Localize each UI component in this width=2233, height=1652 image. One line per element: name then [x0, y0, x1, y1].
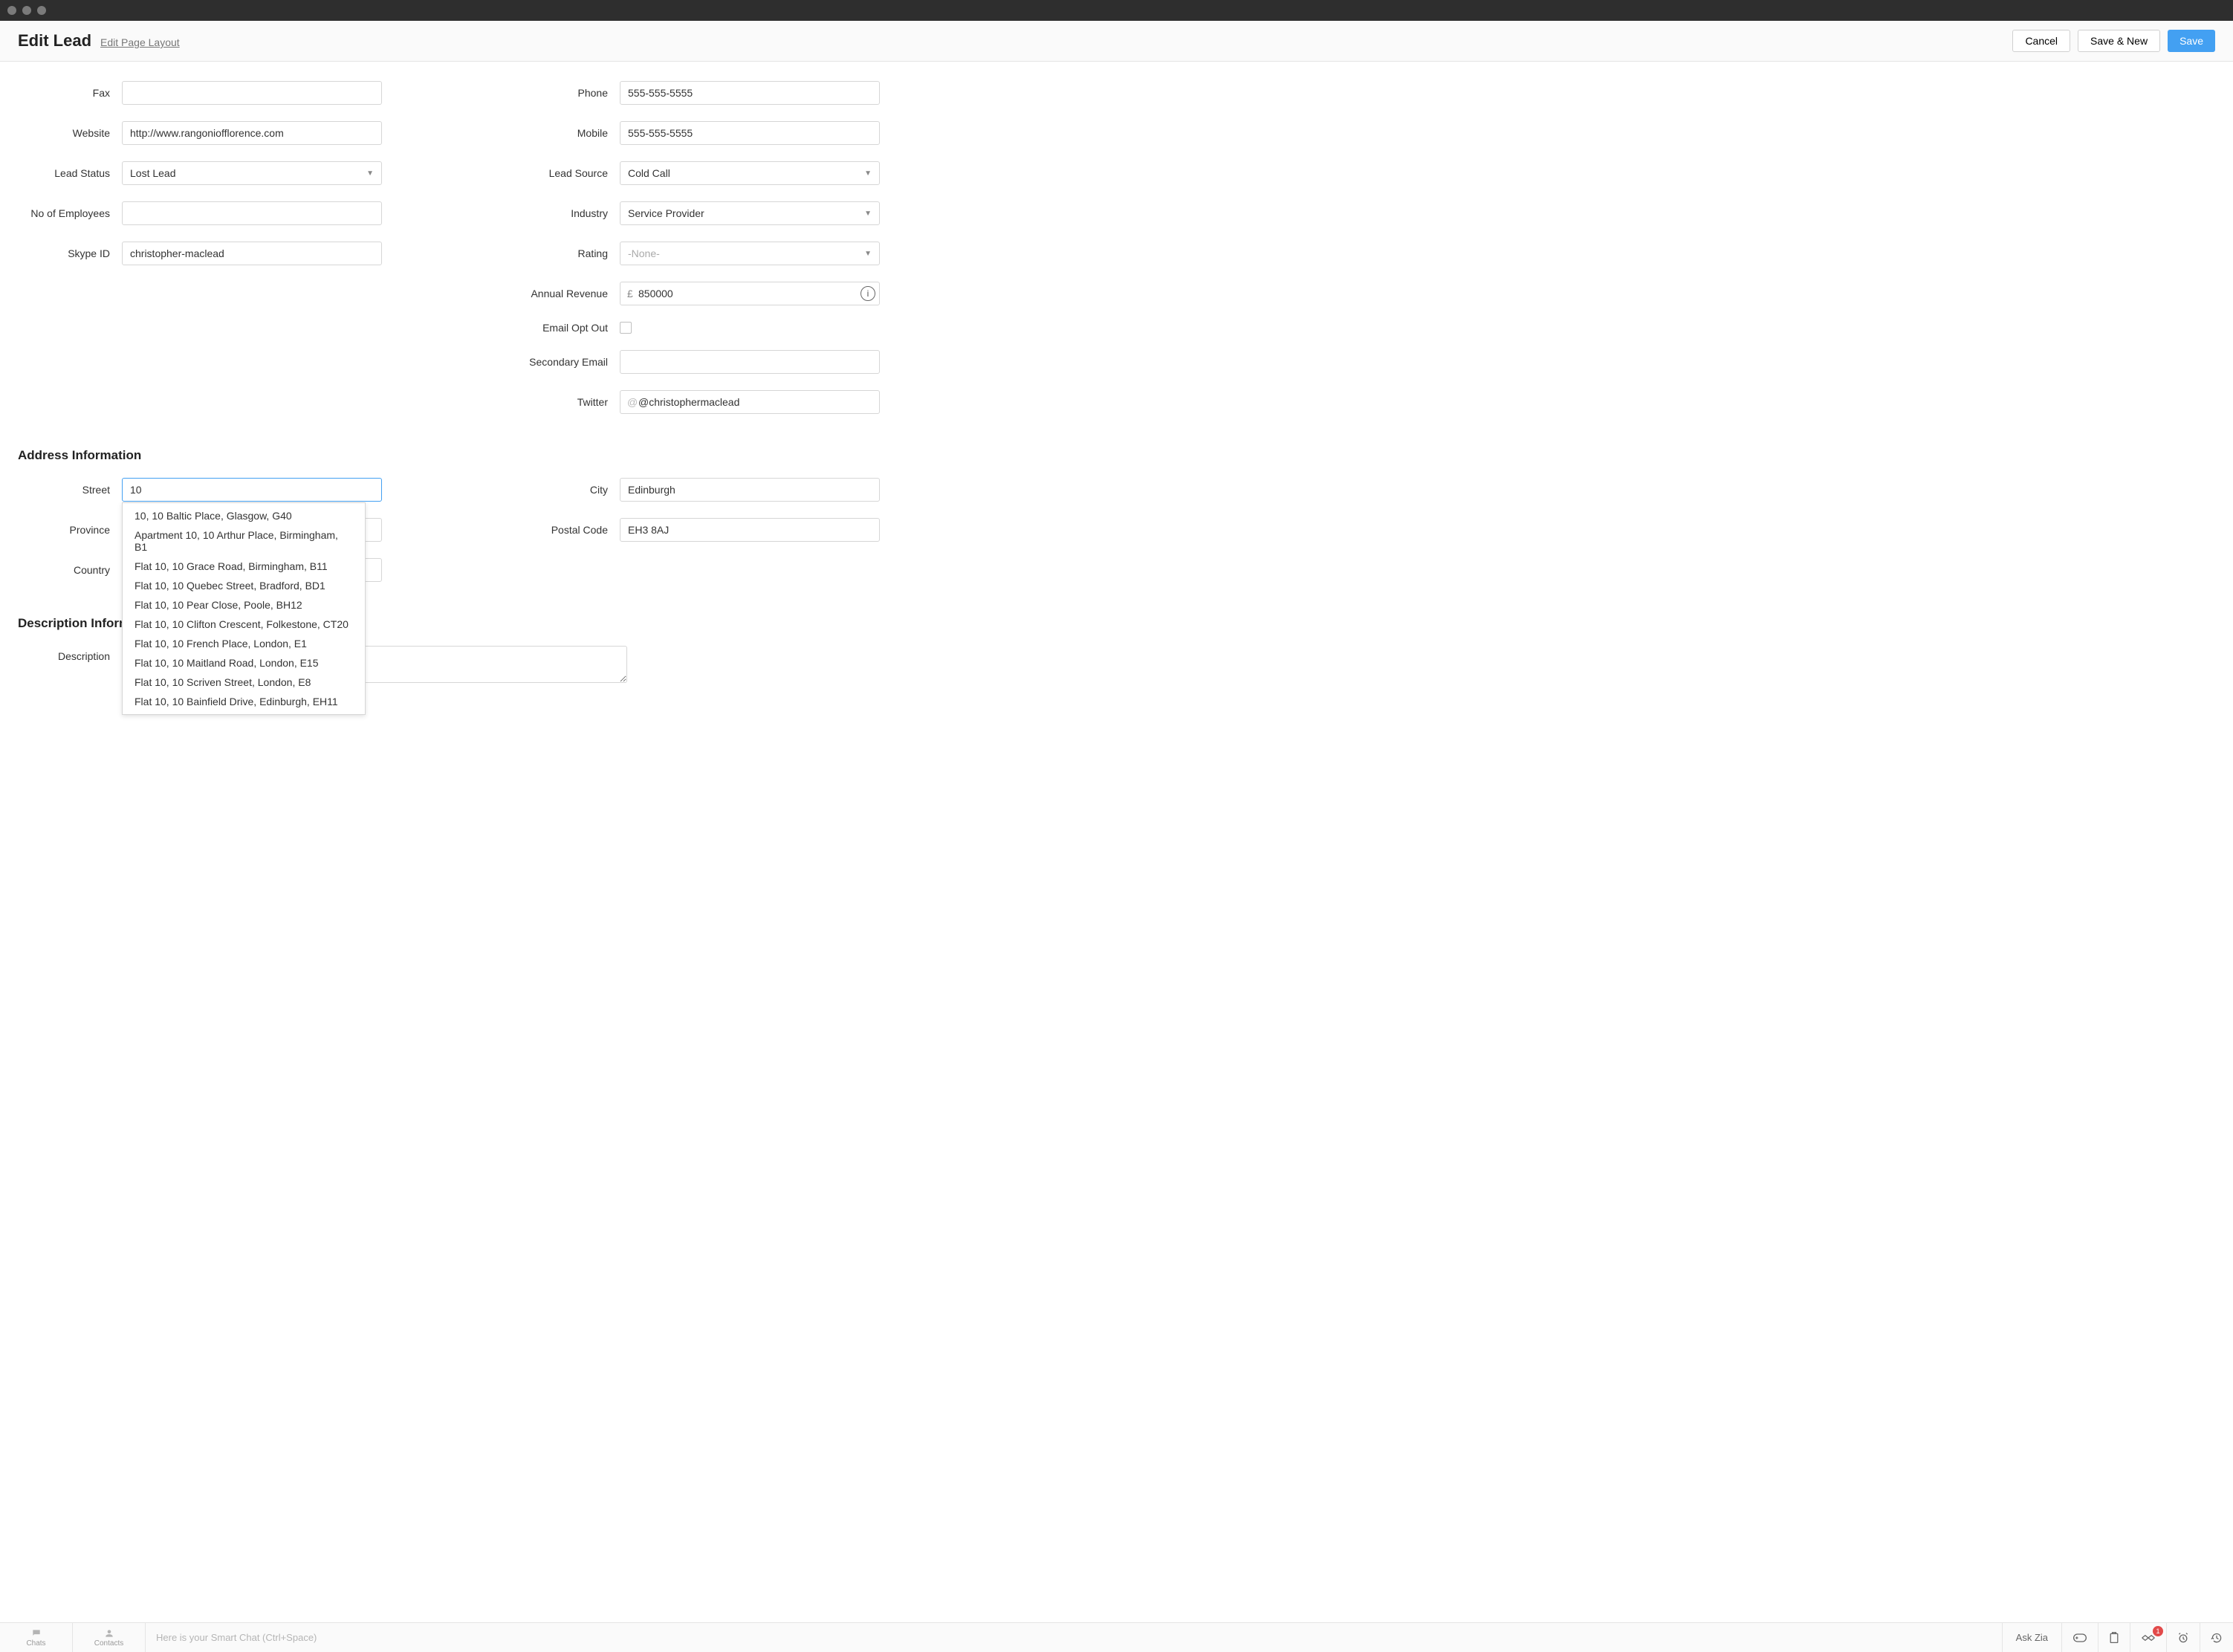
contacts-label: Contacts	[94, 1639, 123, 1648]
website-input[interactable]	[122, 121, 382, 145]
chats-label: Chats	[26, 1639, 45, 1648]
website-label: Website	[18, 127, 122, 139]
chat-icon	[30, 1628, 42, 1639]
employees-label: No of Employees	[18, 207, 122, 219]
twitter-label: Twitter	[516, 396, 620, 408]
alarm-icon[interactable]	[2166, 1623, 2200, 1652]
window-titlebar	[0, 0, 2233, 21]
street-suggestion-item[interactable]: Apartment 10, 10 Arthur Place, Birmingha…	[123, 525, 365, 557]
street-suggestion-item[interactable]: Flat 10, 10 Scriven Street, London, E8	[123, 673, 365, 692]
address-section-title: Address Information	[18, 448, 2215, 463]
revenue-label: Annual Revenue	[516, 288, 620, 299]
lead-source-label: Lead Source	[516, 167, 620, 179]
chats-tab[interactable]: Chats	[0, 1623, 73, 1652]
chevron-down-icon: ▼	[864, 210, 872, 218]
street-suggestion-item[interactable]: Flat 10, 10 Grace Road, Birmingham, B11	[123, 557, 365, 576]
lead-status-select[interactable]: Lost Lead ▼	[122, 161, 382, 185]
at-symbol: @	[627, 396, 638, 408]
page-title: Edit Lead	[18, 31, 91, 51]
window-control-min[interactable]	[22, 6, 31, 15]
optout-label: Email Opt Out	[516, 322, 620, 334]
industry-label: Industry	[516, 207, 620, 219]
contacts-icon	[103, 1628, 115, 1639]
fax-input[interactable]	[122, 81, 382, 105]
form-left-column: Fax Website Lead Status Lost Lead ▼ No o…	[18, 81, 382, 414]
handshake-icon[interactable]: 1	[2130, 1623, 2166, 1652]
window-control-max[interactable]	[37, 6, 46, 15]
secondary-email-label: Secondary Email	[516, 356, 620, 368]
province-label: Province	[18, 524, 122, 536]
street-suggestion-item[interactable]: Flat 10, 10 Bainfield Drive, Edinburgh, …	[123, 692, 365, 711]
postal-label: Postal Code	[516, 524, 620, 536]
rating-value: -None-	[628, 247, 660, 259]
revenue-input[interactable]	[620, 282, 880, 305]
chevron-down-icon: ▼	[864, 169, 872, 178]
lead-source-select[interactable]: Cold Call ▼	[620, 161, 880, 185]
postal-input[interactable]	[620, 518, 880, 542]
clipboard-icon[interactable]	[2098, 1623, 2130, 1652]
city-input[interactable]	[620, 478, 880, 502]
skype-label: Skype ID	[18, 247, 122, 259]
lead-status-label: Lead Status	[18, 167, 122, 179]
street-suggestion-item[interactable]: Flat 10, 10 Pear Close, Poole, BH12	[123, 595, 365, 615]
twitter-input[interactable]	[620, 390, 880, 414]
country-label: Country	[18, 564, 122, 576]
chevron-down-icon: ▼	[864, 250, 872, 258]
rating-select[interactable]: -None- ▼	[620, 242, 880, 265]
employees-input[interactable]	[122, 201, 382, 225]
secondary-email-input[interactable]	[620, 350, 880, 374]
edit-page-layout-link[interactable]: Edit Page Layout	[100, 36, 180, 48]
save-and-new-button[interactable]: Save & New	[2078, 30, 2160, 52]
mobile-input[interactable]	[620, 121, 880, 145]
city-label: City	[516, 484, 620, 496]
industry-value: Service Provider	[628, 207, 704, 219]
skype-input[interactable]	[122, 242, 382, 265]
street-suggestion-item[interactable]: Flat 10, 10 French Place, London, E1	[123, 634, 365, 653]
street-suggestion-item[interactable]: Flat 10, 10 Maitland Road, London, E15	[123, 653, 365, 673]
street-suggestion-item[interactable]: Flat 10, 10 Quebec Street, Bradford, BD1	[123, 576, 365, 595]
currency-symbol: £	[627, 288, 633, 299]
lead-source-value: Cold Call	[628, 167, 670, 179]
mobile-label: Mobile	[516, 127, 620, 139]
email-opt-out-checkbox[interactable]	[620, 322, 632, 334]
phone-input[interactable]	[620, 81, 880, 105]
page-header: Edit Lead Edit Page Layout Cancel Save &…	[0, 21, 2233, 62]
smart-chat-input[interactable]: Here is your Smart Chat (Ctrl+Space)	[146, 1623, 2002, 1652]
lead-status-value: Lost Lead	[130, 167, 176, 179]
street-label: Street	[18, 484, 122, 496]
fax-label: Fax	[18, 87, 122, 99]
rating-label: Rating	[516, 247, 620, 259]
gamepad-icon[interactable]	[2061, 1623, 2098, 1652]
street-autocomplete-dropdown: 10, 10 Baltic Place, Glasgow, G40Apartme…	[122, 502, 366, 715]
description-label: Description	[18, 646, 122, 662]
chevron-down-icon: ▼	[366, 169, 374, 178]
history-icon[interactable]	[2200, 1623, 2233, 1652]
street-suggestion-item[interactable]: 10, 10 Baltic Place, Glasgow, G40	[123, 506, 365, 525]
cancel-button[interactable]: Cancel	[2012, 30, 2070, 52]
form-right-column: Phone Mobile Lead Source Cold Call ▼ Ind…	[516, 81, 880, 414]
industry-select[interactable]: Service Provider ▼	[620, 201, 880, 225]
save-button[interactable]: Save	[2168, 30, 2215, 52]
street-input[interactable]	[122, 478, 382, 502]
phone-label: Phone	[516, 87, 620, 99]
street-suggestion-item[interactable]: Flat 10, 10 Clifton Crescent, Folkestone…	[123, 615, 365, 634]
window-control-close[interactable]	[7, 6, 16, 15]
contacts-tab[interactable]: Contacts	[73, 1623, 146, 1652]
bottom-bar: Chats Contacts Here is your Smart Chat (…	[0, 1622, 2233, 1652]
notification-badge: 1	[2153, 1626, 2163, 1636]
info-icon[interactable]: i	[861, 286, 875, 301]
ask-zia-button[interactable]: Ask Zia	[2002, 1623, 2061, 1652]
